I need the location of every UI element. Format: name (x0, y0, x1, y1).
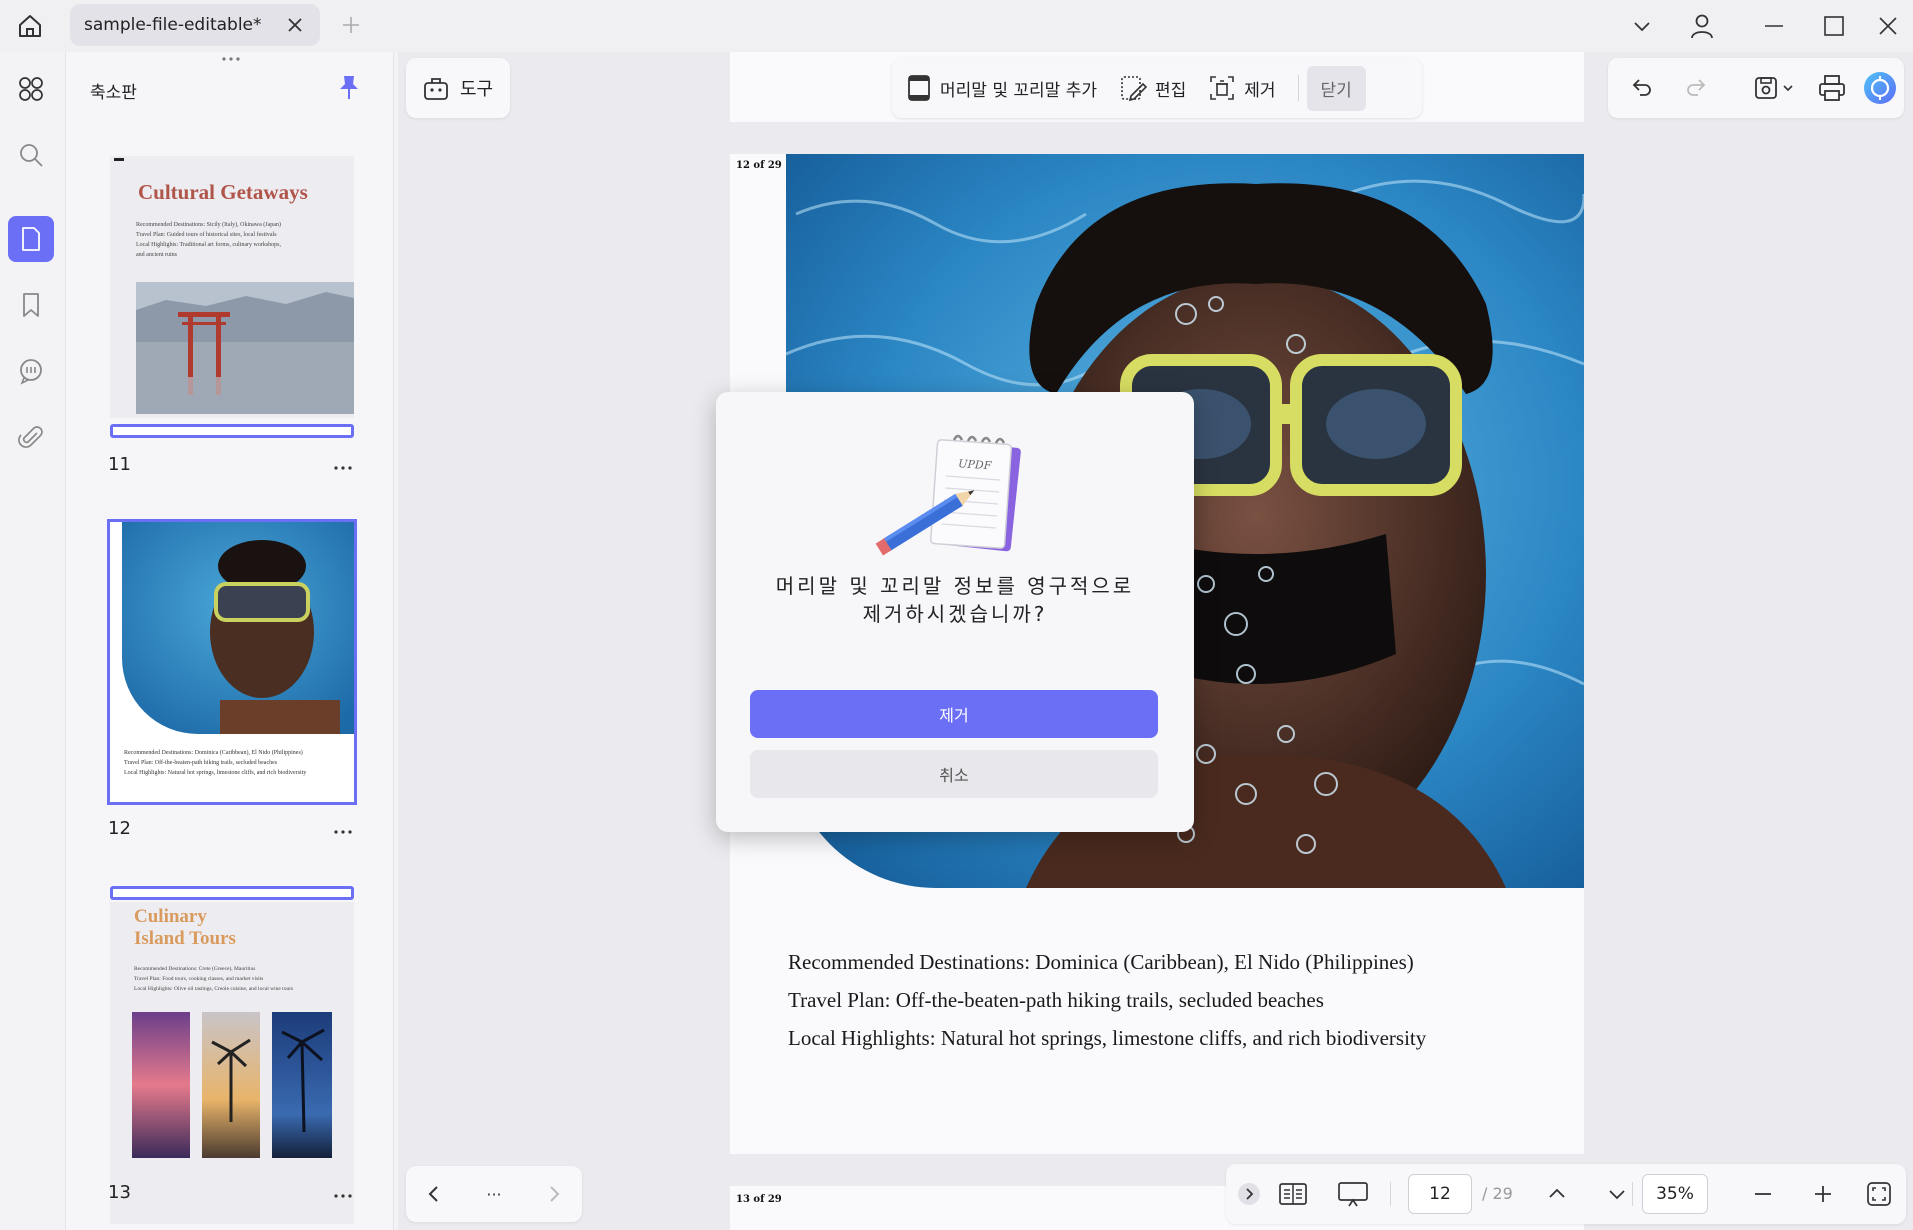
previous-icon[interactable] (420, 1180, 448, 1208)
thumbnail-number: 12 (108, 818, 131, 839)
header-footer-toolbar: 머리말 및 꼬리말 추가 편집 제거 닫기 (892, 58, 1422, 118)
ai-assistant-icon[interactable] (1862, 70, 1898, 106)
save-options-chevron-icon[interactable] (1776, 70, 1800, 106)
thumbnail-selection-bar (110, 886, 354, 900)
thumb-heading: Culinary Island Tours (134, 906, 236, 949)
zoom-in-icon[interactable] (1806, 1178, 1840, 1210)
thumb-heading: Cultural Getaways (138, 180, 308, 204)
drag-handle-icon[interactable] (216, 56, 246, 62)
thumbnail-page-11[interactable]: Cultural Getaways Recommended Destinatio… (110, 156, 354, 418)
remove-button[interactable]: 제거 (1208, 74, 1276, 102)
more-icon[interactable] (328, 1186, 358, 1206)
thumbnail-number: 13 (108, 1182, 131, 1203)
more-icon[interactable] (328, 458, 358, 478)
redo-icon[interactable] (1678, 70, 1714, 106)
confirm-remove-button[interactable]: 제거 (750, 690, 1158, 738)
thumb-text: Recommended Destinations: Dominica (Cari… (124, 750, 307, 776)
diver-thumb-image (122, 522, 354, 734)
account-icon[interactable] (1680, 6, 1724, 46)
sunset-images (132, 1012, 332, 1158)
remove-header-footer-dialog: UPDF 머리말 및 꼬리말 정보를 영구적으로 제거하시겠습니까? 제거 취소 (716, 392, 1194, 832)
home-icon[interactable] (10, 6, 50, 46)
close-toolbar-button[interactable]: 닫기 (1306, 65, 1366, 111)
grid-icon[interactable] (8, 66, 54, 112)
page-total: / 29 (1482, 1184, 1513, 1203)
tools-button[interactable]: 도구 (406, 58, 510, 118)
page-text-line: Local Highlights: Natural hot springs, l… (788, 1026, 1427, 1050)
thumb-text: Recommended Destinations: Sicily (Italy)… (136, 222, 281, 258)
toolbox-icon (424, 78, 448, 100)
thumbnail-number: 11 (108, 454, 131, 475)
bookmark-icon[interactable] (8, 282, 54, 328)
notepad-pencil-illustration: UPDF (875, 434, 1021, 556)
fit-page-icon[interactable] (1862, 1178, 1896, 1210)
comment-icon[interactable] (8, 348, 54, 394)
page-text-line: Travel Plan: Off-the-beaten-path hiking … (788, 988, 1324, 1012)
torii-image (136, 282, 354, 414)
thumbnail-panel: 축소판 Cultural Getaways Recommended Destin… (66, 52, 394, 1230)
presentation-icon[interactable] (1336, 1178, 1370, 1210)
toolbar-divider (1297, 75, 1299, 101)
cancel-button[interactable]: 취소 (750, 750, 1158, 798)
header-footer-icon (908, 75, 930, 101)
view-controls-bar: 12 / 29 35% (1226, 1164, 1906, 1224)
zoom-level[interactable]: 35% (1642, 1174, 1708, 1214)
page-text-line: Recommended Destinations: Dominica (Cari… (788, 950, 1414, 974)
edit-icon (1121, 76, 1147, 102)
document-tab[interactable]: sample-file-editable* (70, 4, 320, 46)
right-toolbar (1608, 58, 1904, 118)
panel-title: 축소판 (90, 83, 137, 103)
page-up-icon[interactable] (1540, 1178, 1574, 1210)
window-close-icon[interactable] (1866, 6, 1910, 46)
next-icon[interactable] (540, 1180, 568, 1208)
expand-icon[interactable] (1234, 1178, 1264, 1210)
zoom-out-icon[interactable] (1746, 1178, 1780, 1210)
page-counter-label: 13 of 29 (736, 1194, 782, 1205)
more-pages-button[interactable]: ··· (480, 1180, 508, 1208)
add-tab-icon[interactable] (336, 10, 366, 40)
page-counter-label: 12 of 29 (736, 160, 782, 171)
minimize-icon[interactable] (1752, 6, 1796, 46)
edit-button[interactable]: 편집 (1119, 74, 1186, 102)
illustration-text: UPDF (958, 457, 992, 472)
page-number-input[interactable]: 12 (1408, 1174, 1472, 1214)
thumbnail-selection-bar (110, 424, 354, 438)
page-nav-bar: ··· (406, 1166, 582, 1222)
tools-label: 도구 (460, 79, 494, 100)
attachment-icon[interactable] (8, 414, 54, 460)
title-bar: sample-file-editable* (0, 0, 1913, 52)
more-icon[interactable] (328, 822, 358, 842)
thumb-text: Recommended Destinations: Crete (Greece)… (134, 966, 294, 992)
chevron-down-icon[interactable] (1620, 6, 1664, 46)
bar-divider (1390, 1182, 1391, 1206)
maximize-icon[interactable] (1812, 6, 1856, 46)
page-down-icon[interactable] (1600, 1178, 1634, 1210)
undo-icon[interactable] (1624, 70, 1660, 106)
dialog-message-line2: 제거하시겠습니까? (862, 602, 1048, 626)
remove-icon (1210, 76, 1235, 100)
thumbnail-page-12[interactable]: Recommended Destinations: Dominica (Cari… (107, 519, 357, 805)
thumbnail-page-13[interactable]: Culinary Island Tours Recommended Destin… (110, 902, 354, 1224)
search-icon[interactable] (8, 132, 54, 178)
bar-divider (1632, 1182, 1633, 1206)
page-layout-icon[interactable] (1276, 1178, 1310, 1210)
pin-icon[interactable] (334, 72, 364, 102)
thumbnails-icon[interactable] (8, 216, 54, 262)
dialog-message-line1: 머리말 및 꼬리말 정보를 영구적으로 (775, 574, 1135, 598)
add-header-footer-button[interactable]: 머리말 및 꼬리말 추가 (906, 73, 1097, 103)
print-icon[interactable] (1814, 70, 1850, 106)
close-icon[interactable] (284, 14, 306, 36)
left-rail (0, 52, 66, 1230)
tab-title: sample-file-editable* (84, 15, 262, 35)
